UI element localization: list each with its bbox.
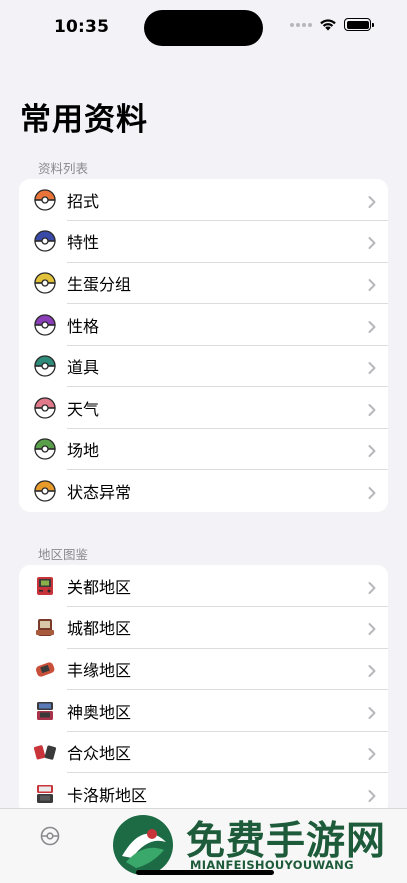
chevron-right-icon — [368, 746, 376, 761]
gameboy-red-icon — [34, 575, 56, 597]
poke-ball-green-icon — [34, 438, 56, 461]
chevron-right-icon — [368, 704, 376, 719]
list-item-label: 城都地区 — [67, 619, 132, 639]
poke-ball-pink-icon — [34, 397, 56, 419]
wifi-icon — [320, 19, 336, 31]
poke-ball-purple-icon — [34, 313, 56, 336]
poke-ball-teal-icon — [34, 355, 56, 377]
list-item[interactable]: 特性 — [19, 221, 388, 263]
list-item[interactable]: 场地 — [19, 429, 388, 471]
list-item[interactable]: 性格 — [19, 304, 388, 346]
poke-ball-navy-icon — [34, 230, 56, 253]
data-list-card: 招式特性生蛋分组性格道具天气场地状态异常 — [19, 179, 388, 512]
list-item-label: 生蛋分组 — [67, 274, 132, 294]
nintendo-ds-pair-icon — [33, 741, 57, 763]
poke-ball-tab-icon[interactable] — [40, 826, 60, 846]
region-dex-card: 关都地区城都地区丰缘地区神奥地区合众地区卡洛斯地区 — [19, 565, 388, 815]
page-title: 常用资料 — [20, 102, 148, 138]
home-indicator — [136, 870, 274, 875]
section-header-region-dex: 地区图鉴 — [38, 547, 89, 562]
list-item-label: 天气 — [67, 399, 100, 419]
chevron-right-icon — [368, 235, 376, 250]
gameboy-color-icon — [34, 616, 56, 638]
list-item[interactable]: 天气 — [19, 387, 388, 429]
list-item-label: 特性 — [67, 233, 100, 253]
list-item-label: 卡洛斯地区 — [67, 785, 148, 805]
poke-ball-orange-icon — [34, 189, 56, 211]
dynamic-island — [144, 10, 263, 46]
status-bar: 10:35 — [0, 0, 407, 56]
list-item[interactable]: 城都地区 — [19, 607, 388, 649]
list-item-label: 场地 — [67, 441, 100, 461]
status-time: 10:35 — [54, 17, 110, 37]
chevron-right-icon — [368, 662, 376, 677]
list-item-label: 道具 — [67, 358, 100, 378]
list-item-label: 招式 — [67, 191, 100, 211]
watermark-logo-icon — [113, 815, 173, 875]
list-item[interactable]: 丰缘地区 — [19, 648, 388, 690]
nintendo-ds-icon — [34, 700, 56, 722]
list-item-label: 关都地区 — [67, 577, 132, 597]
chevron-right-icon — [368, 443, 376, 458]
nintendo-3ds-icon — [34, 783, 56, 805]
chevron-right-icon — [368, 579, 376, 594]
list-item-label: 合众地区 — [67, 744, 132, 764]
list-item[interactable]: 关都地区 — [19, 565, 388, 607]
section-header-data-list: 资料列表 — [38, 161, 89, 176]
list-item-label: 丰缘地区 — [67, 660, 132, 680]
signal-dots-icon — [290, 22, 312, 27]
list-item-label: 神奥地区 — [67, 702, 132, 722]
poke-ball-amber-icon — [34, 480, 56, 502]
list-item[interactable]: 招式 — [19, 179, 388, 221]
list-item[interactable]: 合众地区 — [19, 731, 388, 773]
list-item[interactable]: 道具 — [19, 345, 388, 387]
chevron-right-icon — [368, 787, 376, 802]
poke-ball-yellow-icon — [34, 272, 56, 294]
list-item-label: 性格 — [67, 316, 100, 336]
chevron-right-icon — [368, 401, 376, 416]
chevron-right-icon — [368, 484, 376, 499]
list-item[interactable]: 状态异常 — [19, 470, 388, 512]
chevron-right-icon — [368, 193, 376, 208]
gameboy-advance-icon — [34, 658, 56, 680]
chevron-right-icon — [368, 318, 376, 333]
list-item[interactable]: 神奥地区 — [19, 690, 388, 732]
chevron-right-icon — [368, 276, 376, 291]
chevron-right-icon — [368, 360, 376, 375]
battery-icon — [344, 18, 374, 31]
chevron-right-icon — [368, 621, 376, 636]
status-indicators — [290, 18, 374, 31]
list-item-label: 状态异常 — [67, 482, 132, 502]
list-item[interactable]: 生蛋分组 — [19, 262, 388, 304]
